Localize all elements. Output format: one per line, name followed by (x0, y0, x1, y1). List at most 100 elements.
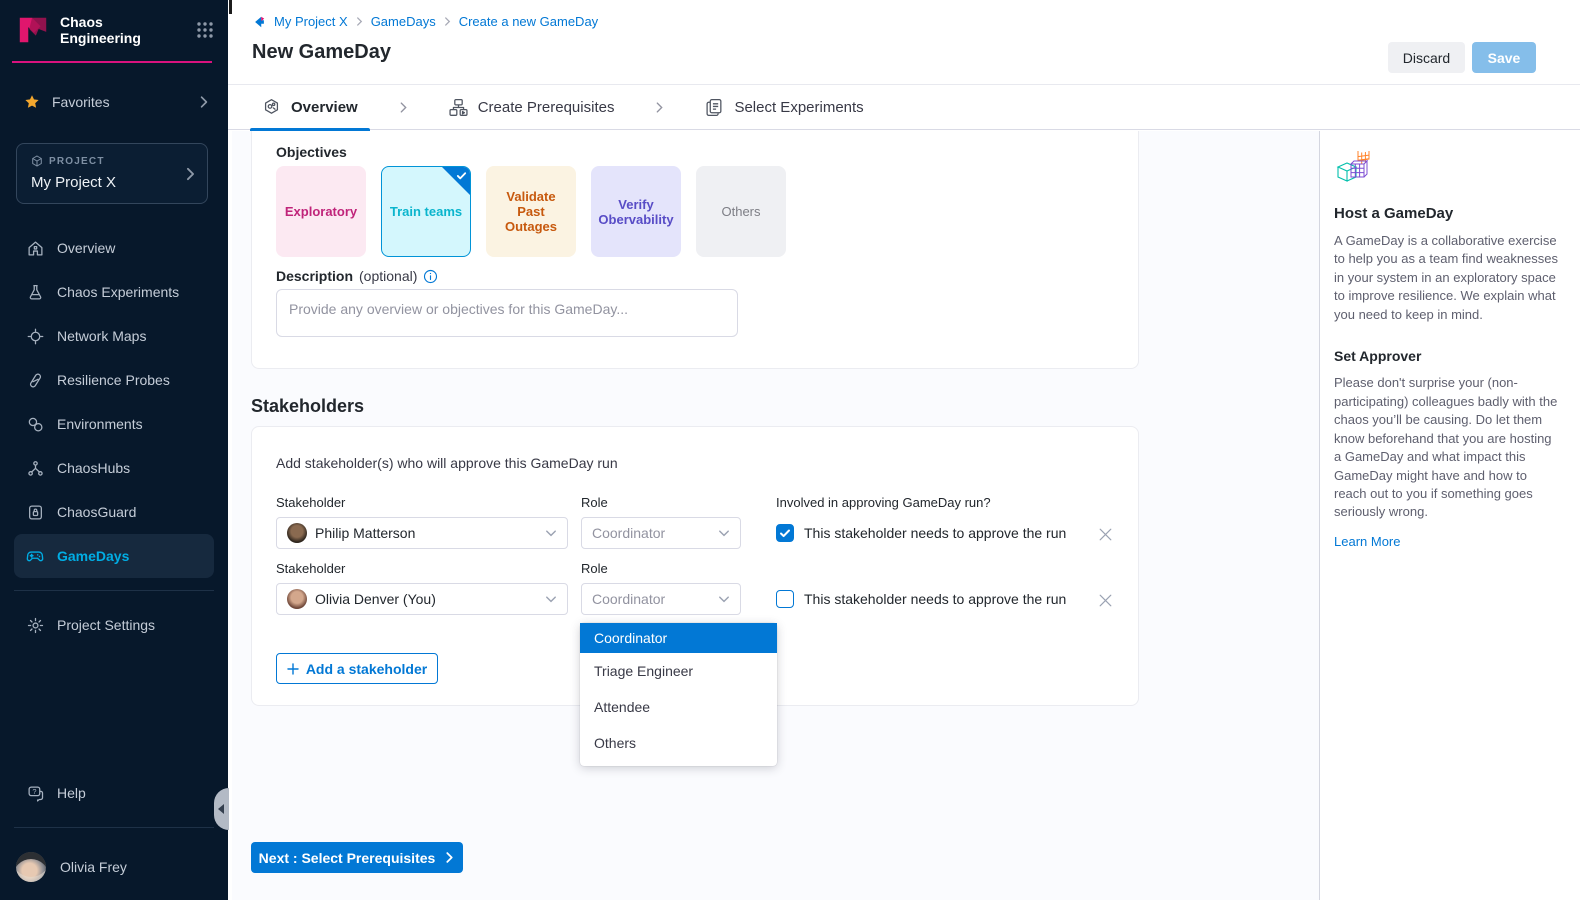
network-map-icon (26, 328, 44, 345)
sidebar-collapse-handle[interactable] (214, 788, 229, 830)
save-button[interactable]: Save (1472, 42, 1536, 73)
sidebar-item-label: Network Maps (57, 328, 146, 344)
sidebar-item-help[interactable]: ? Help (14, 771, 214, 815)
objectives-card: Objectives Exploratory Train teams (251, 131, 1139, 369)
approve-label: This stakeholder needs to approve the ru… (804, 591, 1066, 607)
help-chat-icon: ? (26, 785, 44, 802)
user-name: Olivia Frey (60, 859, 127, 875)
scrollbar-thumb[interactable] (229, 0, 232, 14)
chevron-down-icon (718, 527, 730, 539)
module-grid-icon[interactable] (196, 21, 214, 39)
next-select-prerequisites-button[interactable]: Next : Select Prerequisites (251, 842, 463, 873)
help-panel-subheading: Set Approver (1334, 348, 1562, 364)
sidebar-item-label: Help (57, 785, 86, 801)
objective-card-label: Exploratory (285, 204, 357, 219)
tab-overview[interactable]: Overview (248, 85, 372, 130)
remove-row1-close-icon[interactable] (1097, 526, 1114, 543)
tab-label: Overview (291, 99, 358, 116)
role-option-triage-engineer[interactable]: Triage Engineer (580, 653, 777, 689)
role-option-others[interactable]: Others (580, 725, 777, 761)
chevron-right-icon (654, 102, 665, 113)
chevron-down-icon (545, 593, 557, 605)
objective-card-validate-past-outages[interactable]: Validate Past Outages (486, 166, 576, 257)
remove-row2-close-icon[interactable] (1097, 592, 1114, 609)
role-column-label: Role (581, 495, 608, 510)
sidebar-item-label: ChaosHubs (57, 460, 130, 476)
app-title: Chaos Engineering (60, 14, 196, 46)
environments-icon (26, 416, 44, 433)
home-icon (26, 240, 44, 257)
project-selector[interactable]: PROJECT My Project X (16, 143, 208, 204)
sidebar-item-resilience-probes[interactable]: Resilience Probes (14, 358, 214, 402)
objective-card-exploratory[interactable]: Exploratory (276, 166, 366, 257)
description-optional-label: (optional) (359, 268, 417, 284)
sidebar-item-network-maps[interactable]: Network Maps (14, 314, 214, 358)
sidebar-item-overview[interactable]: Overview (14, 226, 214, 270)
chevron-right-icon (443, 17, 452, 26)
info-icon[interactable] (423, 269, 438, 284)
stakeholder-select-row2[interactable]: Olivia Denver (You) (276, 583, 568, 615)
chaos-engineering-app: Chaos Engineering Favorites (0, 0, 1580, 900)
role-select-row1[interactable]: Coordinator (581, 517, 741, 549)
chevron-down-icon (718, 593, 730, 605)
stakeholder-name: Philip Matterson (315, 525, 415, 541)
molecule-icon (26, 460, 44, 477)
sidebar: Chaos Engineering Favorites (0, 0, 228, 900)
add-stakeholder-label: Add a stakeholder (306, 661, 427, 677)
role-select-row2[interactable]: Coordinator (581, 583, 741, 615)
chevron-right-icon (355, 17, 364, 26)
sidebar-item-gamedays[interactable]: GameDays (14, 534, 214, 578)
stakeholders-intro: Add stakeholder(s) who will approve this… (276, 455, 618, 471)
role-option-attendee[interactable]: Attendee (580, 689, 777, 725)
sidebar-item-environments[interactable]: Environments (14, 402, 214, 446)
breadcrumb-gamedays[interactable]: GameDays (371, 14, 436, 29)
wizard-tabbar: Overview Create Prerequisites Select Exp… (228, 85, 1580, 130)
cubes-illustration-icon (1334, 151, 1562, 191)
probe-capsule-icon (26, 372, 44, 389)
help-panel-approver-text: Please don't surprise your (non-particip… (1334, 374, 1562, 522)
objective-card-label: Verify Obervability (597, 197, 675, 227)
gear-icon (26, 617, 44, 634)
tab-create-prerequisites[interactable]: Create Prerequisites (435, 85, 629, 130)
sidebar-item-label: Resilience Probes (57, 372, 170, 388)
objective-card-label: Others (721, 204, 760, 219)
breadcrumb-project[interactable]: My Project X (274, 14, 348, 29)
add-stakeholder-button[interactable]: Add a stakeholder (276, 653, 438, 684)
main-area: My Project X GameDays Create a new GameD… (228, 0, 1580, 900)
plus-icon (287, 663, 299, 675)
sidebar-item-label: Favorites (52, 94, 110, 110)
form-scroll-area: Objectives Exploratory Train teams (228, 131, 1319, 900)
sidebar-item-chaosguard[interactable]: ChaosGuard (14, 490, 214, 534)
user-profile[interactable]: Olivia Frey (0, 840, 228, 900)
stakeholder-select-row1[interactable]: Philip Matterson (276, 517, 568, 549)
approve-checkbox-row1[interactable] (776, 524, 794, 542)
breadcrumb-current[interactable]: Create a new GameDay (459, 14, 598, 29)
lock-icon (26, 504, 44, 521)
chevron-right-icon (398, 102, 409, 113)
sidebar-item-label: Project Settings (57, 617, 155, 633)
approve-checkbox-row2[interactable] (776, 590, 794, 608)
app-logo-row: Chaos Engineering (0, 0, 228, 57)
objective-card-train-teams[interactable]: Train teams (381, 166, 471, 257)
sidebar-item-label: Chaos Experiments (57, 284, 179, 300)
gamepad-icon (26, 547, 44, 565)
role-option-coordinator[interactable]: Coordinator (580, 623, 777, 653)
approve-label: This stakeholder needs to approve the ru… (804, 525, 1066, 541)
breadcrumb: My Project X GameDays Create a new GameD… (228, 0, 1580, 29)
app-title-line2: Engineering (60, 30, 141, 46)
sidebar-item-project-settings[interactable]: Project Settings (14, 603, 214, 647)
objective-card-others[interactable]: Others (696, 166, 786, 257)
sidebar-item-label: ChaosGuard (57, 504, 136, 520)
learn-more-link[interactable]: Learn More (1334, 534, 1400, 549)
sidebar-item-chaoshubs[interactable]: ChaosHubs (14, 446, 214, 490)
sidebar-item-label: Environments (57, 416, 143, 432)
sidebar-item-favorites[interactable]: Favorites (0, 79, 228, 125)
description-textarea[interactable] (276, 289, 738, 337)
project-name: My Project X (31, 174, 177, 191)
tab-select-experiments[interactable]: Select Experiments (691, 85, 877, 130)
objective-card-verify-observability[interactable]: Verify Obervability (591, 166, 681, 257)
discard-button[interactable]: Discard (1388, 42, 1465, 73)
tab-label: Create Prerequisites (478, 99, 615, 116)
harness-logo-icon (252, 15, 267, 29)
sidebar-item-chaos-experiments[interactable]: Chaos Experiments (14, 270, 214, 314)
